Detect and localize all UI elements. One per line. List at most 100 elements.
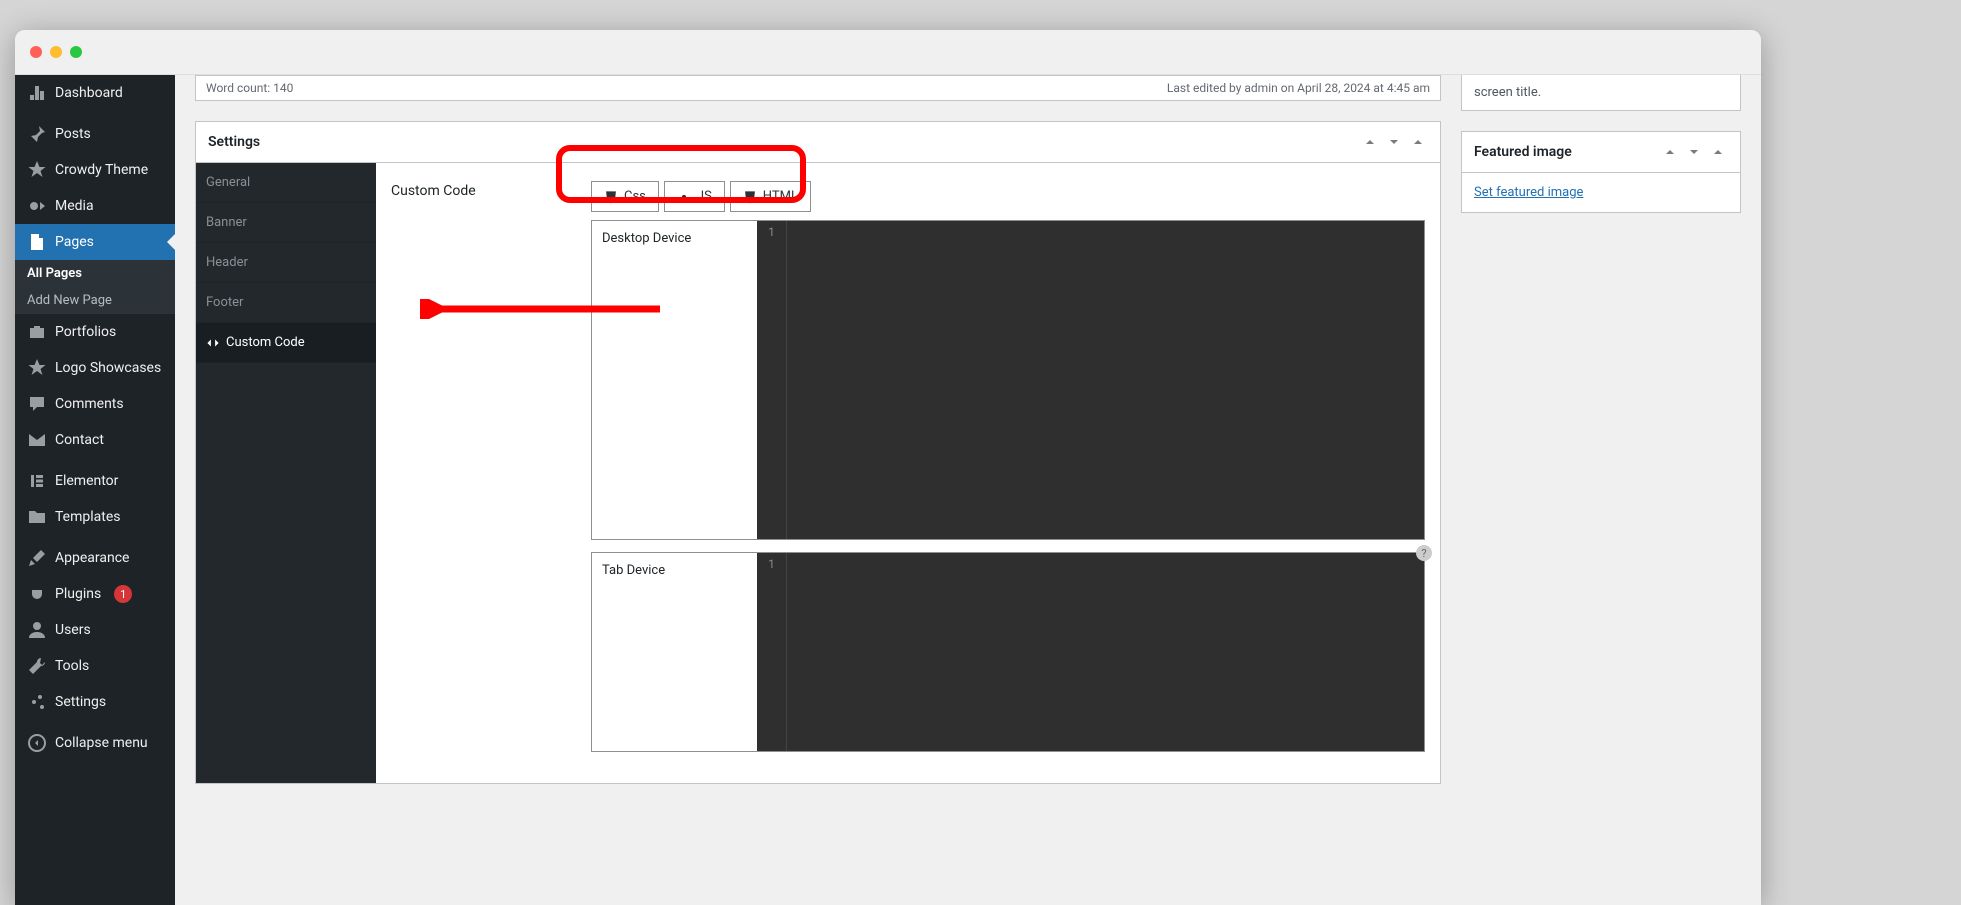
sidebar-item-label: Dashboard bbox=[55, 85, 123, 101]
panel-up-button[interactable] bbox=[1660, 142, 1680, 162]
panel-down-button[interactable] bbox=[1384, 132, 1404, 152]
sidebar-item-pages[interactable]: Pages bbox=[15, 224, 175, 260]
code-tab-html[interactable]: HTML bbox=[730, 181, 811, 212]
code-editor-desktop[interactable]: 1 bbox=[757, 221, 1424, 539]
sidebar-item-label: Comments bbox=[55, 396, 124, 412]
sidebar-item-contact[interactable]: Contact bbox=[15, 422, 175, 458]
code-tab-js[interactable]: JS bbox=[664, 181, 725, 212]
side-column: screen title. Featured image Set feature… bbox=[1461, 75, 1741, 905]
sidebar-item-label: Media bbox=[55, 198, 94, 214]
sidebar-item-label: Appearance bbox=[55, 550, 129, 566]
minimize-window-button[interactable] bbox=[50, 46, 62, 58]
sidebar-item-users[interactable]: Users bbox=[15, 612, 175, 648]
brush-icon bbox=[27, 548, 47, 568]
html-icon bbox=[743, 190, 757, 204]
comment-icon bbox=[27, 394, 47, 414]
app-window: Dashboard Posts Crowdy Theme Media Pages… bbox=[15, 30, 1761, 905]
featured-panel-title: Featured image bbox=[1474, 144, 1572, 160]
device-label-desktop: Desktop Device bbox=[592, 221, 757, 539]
sidebar-item-label: Plugins bbox=[55, 586, 101, 602]
panel-up-button[interactable] bbox=[1360, 132, 1380, 152]
settings-nav-custom-code[interactable]: Custom Code bbox=[196, 323, 376, 363]
plug-icon bbox=[27, 584, 47, 604]
user-icon bbox=[27, 620, 47, 640]
status-bar: Word count: 140 Last edited by admin on … bbox=[195, 75, 1441, 101]
panel-down-button[interactable] bbox=[1684, 142, 1704, 162]
sidebar-item-plugins[interactable]: Plugins 1 bbox=[15, 576, 175, 612]
line-gutter: 1 bbox=[757, 553, 787, 751]
sidebar-item-settings[interactable]: Settings bbox=[15, 684, 175, 720]
sidebar-item-label: Collapse menu bbox=[55, 735, 148, 751]
maximize-window-button[interactable] bbox=[70, 46, 82, 58]
folder-icon bbox=[27, 507, 47, 527]
code-tabs: Css JS HTML bbox=[591, 181, 1425, 212]
css-icon bbox=[604, 190, 618, 204]
close-window-button[interactable] bbox=[30, 46, 42, 58]
sidebar-item-appearance[interactable]: Appearance bbox=[15, 540, 175, 576]
settings-nav-footer[interactable]: Footer bbox=[196, 283, 376, 323]
sidebar-item-crowdy-theme[interactable]: Crowdy Theme bbox=[15, 152, 175, 188]
help-icon[interactable]: ? bbox=[1416, 545, 1432, 561]
device-label-tab: Tab Device bbox=[592, 553, 757, 751]
sidebar-item-label: Posts bbox=[55, 126, 91, 142]
page-icon bbox=[27, 232, 47, 252]
sidebar-item-elementor[interactable]: Elementor bbox=[15, 463, 175, 499]
settings-panel: Settings General Banner Header Footer bbox=[195, 121, 1441, 784]
wrench-icon bbox=[27, 656, 47, 676]
sidebar-item-label: Users bbox=[55, 622, 91, 638]
desktop-device-block: Desktop Device 1 bbox=[591, 220, 1425, 540]
settings-nav-header[interactable]: Header bbox=[196, 243, 376, 283]
settings-fields: Css JS HTML bbox=[591, 163, 1440, 783]
sidebar-item-collapse[interactable]: Collapse menu bbox=[15, 725, 175, 761]
traffic-lights bbox=[30, 46, 82, 58]
sidebar-item-label: Pages bbox=[55, 234, 94, 250]
submenu-item-add-new-page[interactable]: Add New Page bbox=[15, 287, 175, 314]
panel-toggles bbox=[1660, 142, 1728, 162]
pin-icon bbox=[27, 124, 47, 144]
dashboard-icon bbox=[27, 83, 47, 103]
settings-content: Custom Code Css JS bbox=[376, 163, 1440, 783]
sidebar-item-portfolios[interactable]: Portfolios bbox=[15, 314, 175, 350]
plugins-badge: 1 bbox=[114, 585, 132, 603]
portfolio-icon bbox=[27, 322, 47, 342]
titlebar bbox=[15, 30, 1761, 75]
line-gutter: 1 bbox=[757, 221, 787, 539]
sidebar-item-label: Tools bbox=[55, 658, 89, 674]
sidebar-item-label: Contact bbox=[55, 432, 104, 448]
media-icon bbox=[27, 196, 47, 216]
section-label: Custom Code bbox=[376, 163, 591, 783]
sidebar-item-templates[interactable]: Templates bbox=[15, 499, 175, 535]
settings-nav-banner[interactable]: Banner bbox=[196, 203, 376, 243]
last-edited: Last edited by admin on April 28, 2024 a… bbox=[1167, 81, 1430, 95]
sidebar-item-media[interactable]: Media bbox=[15, 188, 175, 224]
settings-nav-general[interactable]: General bbox=[196, 163, 376, 203]
sidebar-item-posts[interactable]: Posts bbox=[15, 116, 175, 152]
code-editor-tab[interactable]: 1 bbox=[757, 553, 1424, 751]
settings-nav: General Banner Header Footer Custom Code bbox=[196, 163, 376, 783]
sidebar-item-comments[interactable]: Comments bbox=[15, 386, 175, 422]
code-area[interactable] bbox=[787, 553, 1424, 751]
featured-image-panel: Featured image Set featured image bbox=[1461, 131, 1741, 213]
code-area[interactable] bbox=[787, 221, 1424, 539]
settings-panel-title: Settings bbox=[208, 134, 260, 150]
code-icon bbox=[206, 336, 220, 350]
collapse-icon bbox=[27, 733, 47, 753]
sidebar-item-dashboard[interactable]: Dashboard bbox=[15, 75, 175, 111]
submenu-item-all-pages[interactable]: All Pages bbox=[15, 260, 175, 287]
sidebar-item-label: Logo Showcases bbox=[55, 360, 161, 376]
sidebar-item-logo-showcases[interactable]: Logo Showcases bbox=[15, 350, 175, 386]
sidebar-item-label: Elementor bbox=[55, 473, 118, 489]
sidebar-item-label: Templates bbox=[55, 509, 121, 525]
sliders-icon bbox=[27, 692, 47, 712]
elementor-icon bbox=[27, 471, 47, 491]
panel-collapse-button[interactable] bbox=[1408, 132, 1428, 152]
app-content: Dashboard Posts Crowdy Theme Media Pages… bbox=[15, 75, 1761, 905]
star-icon bbox=[27, 160, 47, 180]
main-content: Word count: 140 Last edited by admin on … bbox=[175, 75, 1761, 905]
code-tab-css[interactable]: Css bbox=[591, 181, 659, 212]
panel-collapse-button[interactable] bbox=[1708, 142, 1728, 162]
set-featured-image-link[interactable]: Set featured image bbox=[1474, 185, 1583, 200]
admin-sidebar: Dashboard Posts Crowdy Theme Media Pages… bbox=[15, 75, 175, 905]
featured-panel-header: Featured image bbox=[1462, 132, 1740, 173]
sidebar-item-tools[interactable]: Tools bbox=[15, 648, 175, 684]
